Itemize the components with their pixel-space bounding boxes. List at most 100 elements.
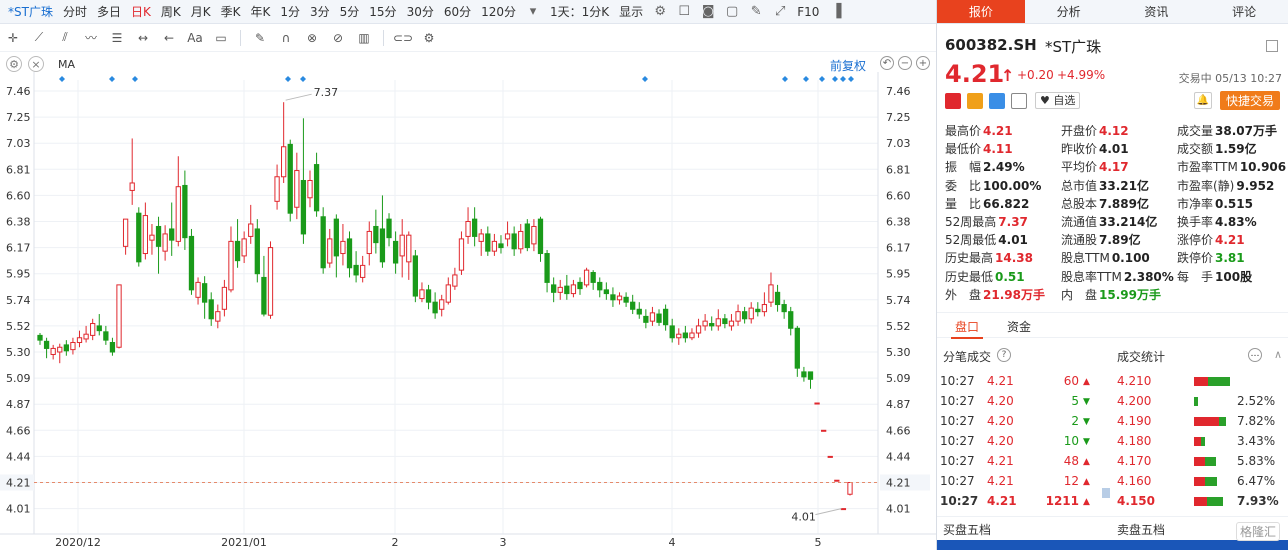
tag-icon[interactable] xyxy=(989,92,1005,109)
candle[interactable] xyxy=(794,325,800,377)
gear-icon[interactable]: ⚙ xyxy=(6,56,22,72)
candle[interactable] xyxy=(511,226,517,256)
candle[interactable] xyxy=(557,279,563,300)
period-tab[interactable]: 60分 xyxy=(439,3,476,20)
candle[interactable] xyxy=(735,304,741,326)
candle[interactable] xyxy=(208,292,214,326)
candle[interactable] xyxy=(834,479,840,482)
ma-label[interactable]: MA xyxy=(58,58,75,71)
event-marker[interactable] xyxy=(782,76,788,82)
candle[interactable] xyxy=(90,318,96,341)
display-menu[interactable]: 显示 xyxy=(614,3,648,20)
candle[interactable] xyxy=(346,231,353,278)
candle[interactable] xyxy=(702,314,708,331)
candle[interactable] xyxy=(504,221,511,247)
candle[interactable] xyxy=(840,508,847,511)
period-tab[interactable]: 周K xyxy=(156,3,186,20)
candle[interactable] xyxy=(603,282,609,300)
period-tab[interactable]: 30分 xyxy=(402,3,439,20)
event-marker[interactable] xyxy=(840,76,846,82)
candle[interactable] xyxy=(715,309,721,331)
candle[interactable] xyxy=(669,318,675,343)
camera-icon[interactable]: ◙ xyxy=(700,4,716,20)
candle[interactable] xyxy=(43,337,50,359)
candle[interactable] xyxy=(695,318,702,338)
candle[interactable] xyxy=(709,316,715,331)
candle[interactable] xyxy=(274,164,280,210)
candle[interactable] xyxy=(801,366,807,382)
candle[interactable] xyxy=(537,216,544,262)
flag-icon[interactable] xyxy=(945,92,961,109)
candle[interactable] xyxy=(531,219,537,252)
more-icon[interactable]: … xyxy=(1248,348,1262,362)
candle[interactable] xyxy=(518,223,524,254)
candle[interactable] xyxy=(182,170,188,250)
fib-tool-icon[interactable]: ☰ xyxy=(106,29,128,47)
period-tab[interactable]: 季K xyxy=(216,3,246,20)
note-tool-icon[interactable]: ▭ xyxy=(210,29,232,47)
candle[interactable] xyxy=(327,228,333,268)
candle[interactable] xyxy=(425,284,432,310)
candle[interactable] xyxy=(781,299,787,319)
candle[interactable] xyxy=(386,213,392,247)
candle[interactable] xyxy=(267,241,274,319)
candle[interactable] xyxy=(221,279,228,317)
candle[interactable] xyxy=(597,277,603,298)
quote-tab[interactable]: 报价 xyxy=(937,0,1025,23)
candle[interactable] xyxy=(419,282,425,303)
candle[interactable] xyxy=(261,255,267,317)
candle[interactable] xyxy=(590,270,596,290)
quote-tab[interactable]: 评论 xyxy=(1200,0,1288,23)
checkbox-icon[interactable]: ☐ xyxy=(676,4,692,20)
channel-tool-icon[interactable]: ⫽ xyxy=(54,29,76,47)
candle[interactable] xyxy=(630,294,636,315)
period-tab[interactable]: 1分 xyxy=(275,3,305,20)
candle[interactable] xyxy=(755,302,761,317)
candle[interactable] xyxy=(57,343,63,364)
crosshair-icon[interactable]: ✛ xyxy=(2,29,24,47)
candle[interactable] xyxy=(155,216,162,274)
candle[interactable] xyxy=(406,231,412,280)
kline-area[interactable]: 7.46 7.46 7.25 7.25 7.03 7.03 6.81 6.81 6.60 6.60… xyxy=(0,52,936,550)
candle[interactable] xyxy=(814,402,820,405)
candle[interactable] xyxy=(241,231,247,264)
candle[interactable] xyxy=(234,219,241,268)
candle[interactable] xyxy=(215,304,221,329)
tab-zijin[interactable]: 资金 xyxy=(1007,318,1031,335)
quote-tab[interactable]: 分析 xyxy=(1025,0,1113,23)
candle[interactable] xyxy=(162,225,168,261)
candle[interactable] xyxy=(682,325,689,343)
candle[interactable] xyxy=(195,277,201,305)
candle[interactable] xyxy=(847,482,853,496)
candle[interactable] xyxy=(294,152,300,220)
candle[interactable] xyxy=(774,284,781,312)
edit-icon[interactable]: ✎ xyxy=(748,4,764,20)
quote-tab[interactable]: 资讯 xyxy=(1113,0,1201,23)
candle[interactable] xyxy=(373,209,379,254)
candle[interactable] xyxy=(392,231,399,274)
doc-icon[interactable] xyxy=(1011,92,1027,109)
candle[interactable] xyxy=(570,279,577,298)
candle[interactable] xyxy=(109,337,116,356)
candle[interactable] xyxy=(478,228,484,256)
period-tab[interactable]: 分时 xyxy=(58,3,92,20)
period-tab[interactable]: 3分 xyxy=(305,3,335,20)
candle[interactable] xyxy=(471,207,478,247)
candle[interactable] xyxy=(313,152,320,217)
period-tab[interactable]: 120分 xyxy=(476,3,521,20)
event-marker[interactable] xyxy=(59,76,65,82)
scroll-handle[interactable] xyxy=(1102,488,1110,498)
fast-trade-button[interactable]: 快捷交易 xyxy=(1219,91,1280,110)
expand-icon[interactable]: ⤢ xyxy=(772,4,788,20)
zoom-in-icon[interactable]: + xyxy=(916,56,930,70)
candle[interactable] xyxy=(577,277,583,295)
text-tool-icon[interactable]: Aa xyxy=(184,29,206,47)
zoom-out-icon[interactable]: − xyxy=(898,56,912,70)
collapse-panel-icon[interactable]: ▐ xyxy=(828,4,844,20)
candle[interactable] xyxy=(728,314,735,331)
candle[interactable] xyxy=(741,306,748,324)
candle[interactable] xyxy=(320,207,326,274)
candle[interactable] xyxy=(498,235,504,254)
toggle-icon[interactable]: ⊂⊃ xyxy=(392,29,414,47)
candle[interactable] xyxy=(689,328,695,341)
